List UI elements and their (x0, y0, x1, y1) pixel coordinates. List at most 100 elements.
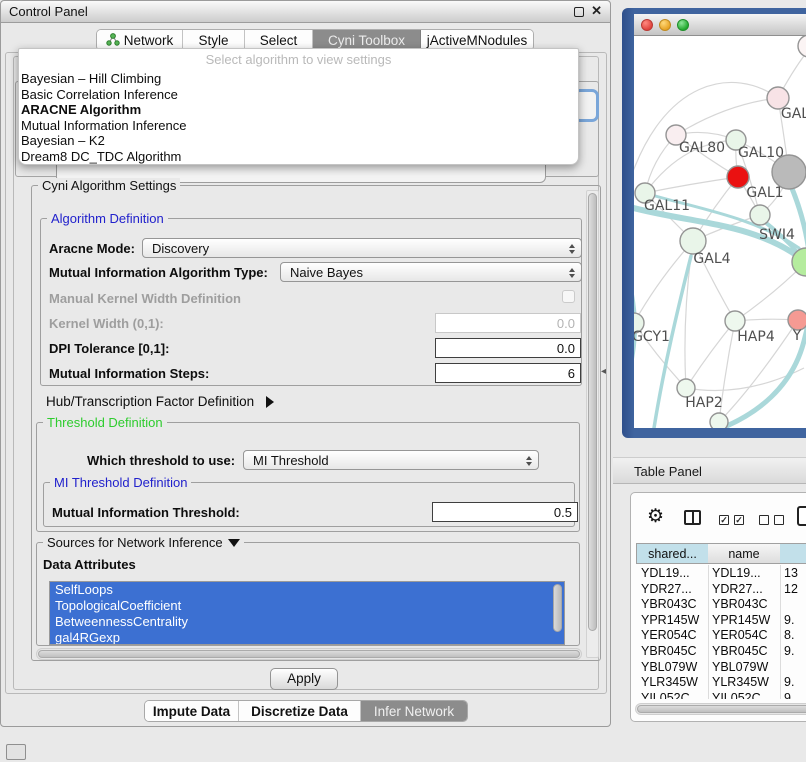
checked-checkbox-icon[interactable]: ✓ (719, 515, 729, 525)
algorithm-option[interactable]: Dream8 DC_TDC Algorithm (19, 149, 578, 165)
screen: Control Panel ✕ Network Style Select (0, 0, 806, 762)
combo-value: MI Threshold (253, 453, 329, 468)
table-cell: YBR043C (712, 597, 768, 611)
algorithm-option[interactable]: Bayesian – K2 (19, 133, 578, 149)
table-cell: YDL19... (641, 566, 690, 580)
scrollbar-thumb[interactable] (637, 705, 806, 713)
algorithm-option[interactable]: Mutual Information Inference (19, 118, 578, 134)
table-row[interactable]: YBL079WYBL079W (636, 659, 806, 675)
apply-button[interactable]: Apply (270, 668, 338, 690)
network-node-y[interactable] (788, 310, 806, 330)
collapse-arrow-icon[interactable] (228, 539, 240, 547)
table-cell: YBL079W (641, 660, 697, 674)
aracne-mode-combo[interactable]: Discovery (142, 238, 582, 258)
close-icon[interactable]: ✕ (591, 3, 602, 19)
which-threshold-combo[interactable]: MI Threshold (243, 450, 539, 470)
table-row[interactable]: YER054CYER054C8. (636, 627, 806, 643)
settings-horizontal-scrollbar[interactable] (36, 648, 582, 660)
which-threshold-label: Which threshold to use: (87, 453, 235, 468)
network-node[interactable] (798, 36, 806, 57)
table-cell: YPR145W (641, 613, 699, 627)
tab-style[interactable]: Style (183, 30, 245, 50)
list-scrollbar[interactable] (553, 584, 562, 642)
node-label: GAL (781, 106, 806, 122)
table-row[interactable]: YIL052CYIL052C9 (636, 690, 806, 699)
kernel-width-input[interactable]: 0.0 (435, 313, 581, 333)
minimize-traffic-light-icon[interactable] (659, 19, 671, 31)
combo-value: Discovery (152, 241, 209, 256)
node-label: GAL4 (693, 251, 730, 267)
scrollbar-thumb[interactable] (553, 584, 562, 632)
algorithm-option[interactable]: Bayesian – Hill Climbing (19, 71, 578, 87)
node-label: Y (792, 328, 802, 344)
control-panel-titlebar[interactable]: Control Panel ✕ (1, 1, 610, 23)
panel-collapse-handle[interactable]: ◂ (601, 366, 606, 377)
table-row[interactable]: YDR27...YDR27...12 (636, 581, 806, 597)
minimized-panel-icon[interactable] (6, 744, 26, 760)
tab-impute-data[interactable]: Impute Data (145, 701, 239, 721)
table-cell: YPR145W (712, 613, 770, 627)
dropdown-placeholder: Select algorithm to view settings (19, 49, 578, 71)
node-label: GAL10 (738, 145, 784, 161)
spinner-arrows-icon (565, 265, 578, 280)
algorithm-option[interactable]: ARACNE Algorithm (19, 102, 578, 118)
table-cell: 9. (784, 613, 794, 627)
tab-network[interactable]: Network (97, 30, 183, 50)
network-window-titlebar[interactable] (634, 14, 806, 36)
manual-kernel-label: Manual Kernel Width Definition (49, 291, 241, 306)
network-node[interactable] (772, 155, 806, 189)
hub-definition-label[interactable]: Hub/Transcription Factor Definition (46, 394, 274, 409)
scrollbar-thumb[interactable] (588, 193, 597, 631)
tab-infer-network[interactable]: Infer Network (361, 701, 467, 721)
sources-title-text: Sources for Network Inference (47, 535, 223, 550)
checked-checkbox-icon[interactable]: ✓ (734, 515, 744, 525)
algorithm-definition-group: Algorithm Definition Aracne Mode: Discov… (40, 218, 582, 386)
tab-cyni-toolbox[interactable]: Cyni Toolbox (313, 30, 421, 50)
column-header-shared[interactable]: shared... (636, 543, 709, 564)
hub-definition-text: Hub/Transcription Factor Definition (46, 394, 254, 409)
tab-select[interactable]: Select (245, 30, 313, 50)
table-row[interactable]: YDL19...YDL19...13 (636, 565, 806, 581)
cyni-mode-tabs: Impute Data Discretize Data Infer Networ… (144, 700, 468, 722)
gear-icon[interactable]: ⚙ (647, 505, 664, 528)
mi-threshold-input[interactable]: 0.5 (432, 502, 578, 522)
tab-label: Network (124, 33, 174, 48)
split-view-icon[interactable] (684, 510, 701, 525)
table-row[interactable]: YLR345WYLR345W9. (636, 674, 806, 690)
attribute-list-item[interactable]: TopologicalCoefficient (50, 598, 564, 614)
attribute-list-item[interactable]: SelfLoops (50, 582, 564, 598)
network-node-hap4[interactable] (725, 311, 745, 331)
attribute-list-item[interactable]: gal4RGexp (50, 630, 564, 645)
tab-label: Impute Data (153, 704, 230, 719)
table-row[interactable]: YPR145W YPR145W 9. (636, 612, 806, 628)
network-node[interactable] (710, 413, 728, 428)
expand-arrow-icon[interactable] (266, 396, 274, 408)
zoom-traffic-light-icon[interactable] (677, 19, 689, 31)
data-attributes-list[interactable]: SelfLoopsTopologicalCoefficientBetweenne… (49, 581, 565, 645)
table-cell: YER054C (712, 628, 768, 642)
close-traffic-light-icon[interactable] (641, 19, 653, 31)
network-canvas[interactable]: GALGAL80GAL10GAL1GAL11SWI4GAL4HAP4YGCY1H… (634, 36, 806, 428)
settings-vertical-scrollbar[interactable] (586, 190, 599, 658)
algorithm-option[interactable]: Basic Correlation Inference (19, 87, 578, 103)
column-header-name[interactable]: name (708, 543, 781, 564)
dpi-tolerance-input[interactable]: 0.0 (435, 338, 581, 358)
table-panel-titlebar[interactable]: Table Panel (613, 457, 806, 484)
scrollbar-thumb[interactable] (38, 650, 580, 658)
mi-steps-input[interactable]: 6 (435, 363, 581, 383)
tab-discretize-data[interactable]: Discretize Data (239, 701, 361, 721)
table-row[interactable]: YBR043CYBR043C (636, 596, 806, 612)
document-icon[interactable] (797, 506, 806, 526)
tab-jactivemnodules[interactable]: jActiveMNodules (421, 30, 533, 50)
column-header-partial[interactable] (780, 543, 806, 564)
network-node-swi4[interactable] (750, 205, 770, 225)
table-cell: 9. (784, 675, 794, 689)
table-row[interactable]: YBR045CYBR045C9. (636, 643, 806, 659)
manual-kernel-checkbox[interactable] (562, 290, 575, 303)
unchecked-checkbox-icon[interactable] (759, 515, 769, 525)
mi-algorithm-type-combo[interactable]: Naive Bayes (280, 262, 582, 282)
float-window-icon[interactable] (574, 7, 584, 17)
unchecked-checkbox-icon[interactable] (774, 515, 784, 525)
attribute-list-item[interactable]: BetweennessCentrality (50, 614, 564, 630)
table-horizontal-scrollbar[interactable] (635, 703, 806, 715)
